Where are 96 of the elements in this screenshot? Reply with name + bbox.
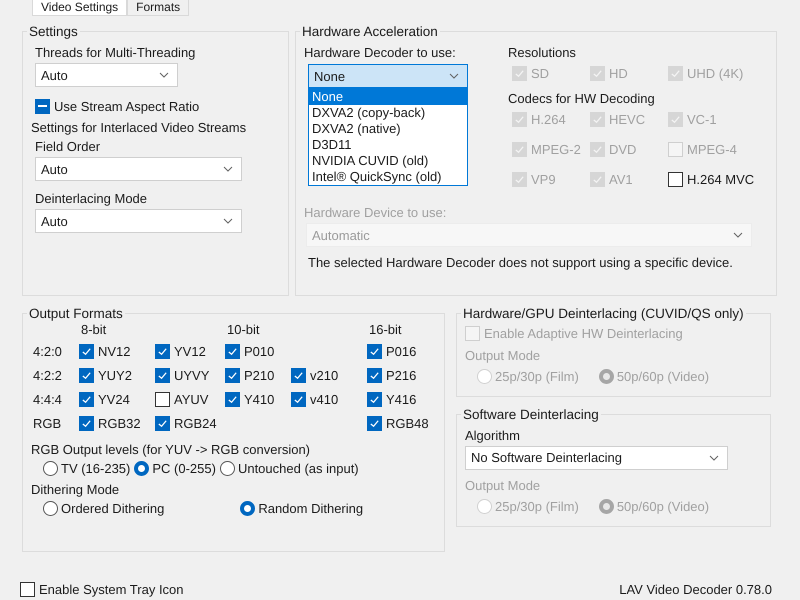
- caret-icon: [733, 232, 743, 238]
- caret-icon: [159, 72, 169, 78]
- row-label: 4:4:4: [33, 392, 63, 407]
- caret-icon: [223, 218, 233, 224]
- format-checkbox[interactable]: YV12: [155, 341, 206, 361]
- format-checkbox[interactable]: P016: [367, 341, 416, 361]
- format-checkbox[interactable]: AYUV: [155, 389, 208, 409]
- caret-icon: [709, 454, 719, 460]
- checkbox-icon[interactable]: [79, 344, 94, 358]
- radio-option[interactable]: Random Dithering: [240, 500, 364, 516]
- field-label: Output Mode: [465, 478, 542, 492]
- checkbox-icon[interactable]: [225, 344, 240, 358]
- checkbox-icon[interactable]: [155, 392, 170, 406]
- section-label: Resolutions: [508, 45, 577, 60]
- aspect-ratio-checkbox[interactable]: Use Stream Aspect Ratio: [35, 96, 200, 116]
- version-label: LAV Video Decoder 0.78.0: [619, 582, 772, 596]
- radio-icon[interactable]: [43, 500, 58, 516]
- field-label: Output Mode: [465, 348, 542, 362]
- section-label: Codecs for HW Decoding: [508, 91, 656, 106]
- format-checkbox[interactable]: P210: [225, 365, 274, 385]
- checkbox-icon[interactable]: [367, 368, 382, 382]
- column-header: 8-bit: [81, 323, 108, 337]
- checkbox-icon[interactable]: [367, 416, 382, 431]
- checkbox-icon[interactable]: [20, 582, 35, 596]
- radio-option[interactable]: Untouched (as input): [220, 460, 359, 476]
- checkbox-icon[interactable]: [225, 392, 240, 407]
- dropdown-option[interactable]: None: [309, 89, 467, 105]
- field-label: Hardware Decoder to use:: [304, 45, 457, 60]
- tab[interactable]: Formats: [127, 0, 190, 16]
- checkbox-icon[interactable]: [155, 368, 170, 382]
- group-title: Hardware/GPU Deinterlacing (CUVID/QS only): [462, 306, 745, 321]
- dropdown[interactable]: Auto: [35, 63, 178, 87]
- system-tray-checkbox[interactable]: Enable System Tray Icon: [20, 579, 184, 599]
- field-label: Algorithm: [465, 428, 521, 442]
- format-checkbox[interactable]: YUY2: [79, 365, 132, 385]
- group-title: Software Deinterlacing: [462, 406, 600, 422]
- format-checkbox[interactable]: v410: [291, 389, 338, 410]
- dropdown-option[interactable]: D3D11: [309, 137, 467, 153]
- group-title: Output Formats: [28, 306, 124, 321]
- section-label: Settings for Interlaced Video Streams: [31, 120, 248, 135]
- format-checkbox[interactable]: RGB48: [367, 414, 429, 434]
- format-checkbox[interactable]: v210: [291, 365, 338, 385]
- caret-icon: [449, 73, 459, 79]
- caret-icon: [223, 166, 233, 172]
- row-label: RGB: [33, 416, 62, 431]
- dropdown[interactable]: No Software Deinterlacing: [465, 446, 728, 470]
- dropdown[interactable]: Auto: [35, 157, 242, 181]
- checkbox-icon[interactable]: [155, 416, 170, 431]
- format-checkbox[interactable]: Y416: [367, 389, 416, 410]
- radio-option[interactable]: Ordered Dithering: [43, 500, 164, 516]
- dropdown[interactable]: Auto: [35, 209, 242, 233]
- field-label: Hardware Device to use:: [304, 205, 448, 220]
- radio-option[interactable]: TV (16-235): [43, 460, 130, 476]
- format-checkbox[interactable]: P010: [225, 341, 274, 361]
- checkbox-icon[interactable]: [225, 368, 240, 382]
- format-checkbox[interactable]: YV24: [79, 389, 130, 410]
- format-checkbox[interactable]: P216: [367, 365, 416, 385]
- format-checkbox[interactable]: RGB32: [79, 414, 141, 434]
- row-label: 4:2:0: [33, 344, 63, 358]
- format-checkbox[interactable]: RGB24: [155, 414, 217, 434]
- radio-option[interactable]: PC (0-255): [134, 460, 216, 476]
- radio-icon[interactable]: [240, 500, 256, 516]
- column-header: 10-bit: [227, 323, 261, 337]
- format-checkbox[interactable]: NV12: [79, 341, 131, 361]
- row-label: 4:2:2: [33, 368, 63, 382]
- codec-checkbox[interactable]: H.264 MVC: [668, 169, 768, 189]
- checkbox-icon[interactable]: [79, 416, 94, 431]
- group-title: Settings: [28, 24, 79, 39]
- checkbox-icon[interactable]: [155, 344, 170, 358]
- column-header: 16-bit: [369, 323, 403, 337]
- checkbox-icon[interactable]: [668, 172, 683, 186]
- checkbox-icon[interactable]: [291, 392, 306, 407]
- checkbox-icon[interactable]: [367, 392, 382, 407]
- field-label: Threads for Multi-Threading: [35, 45, 196, 60]
- radio-icon[interactable]: [134, 460, 150, 476]
- group-title: Hardware Acceleration: [301, 24, 439, 39]
- dropdown-option[interactable]: Intel® QuickSync (old): [309, 169, 467, 185]
- info-text: The selected Hardware Decoder does not support using a specific device.: [308, 255, 734, 270]
- format-checkbox[interactable]: UYVY: [155, 365, 210, 385]
- checkbox-icon[interactable]: [79, 368, 94, 382]
- format-checkbox[interactable]: Y410: [225, 389, 274, 410]
- checkbox-icon[interactable]: [79, 392, 94, 407]
- tab[interactable]: Video Settings: [32, 0, 128, 16]
- dropdown-option[interactable]: DXVA2 (native): [309, 121, 467, 137]
- field-label: Deinterlacing Mode: [35, 191, 148, 206]
- dropdown[interactable]: None: [308, 64, 468, 88]
- section-label: Dithering Mode: [31, 482, 120, 496]
- radio-icon[interactable]: [220, 460, 235, 476]
- dropdown-option[interactable]: DXVA2 (copy-back): [309, 105, 467, 121]
- dropdown-option[interactable]: NVIDIA CUVID (old): [309, 153, 467, 169]
- checkbox-icon[interactable]: [35, 98, 50, 114]
- checkbox-icon[interactable]: [291, 368, 306, 382]
- section-label: RGB Output levels (for YUV -> RGB conversion): [31, 442, 311, 456]
- radio-icon[interactable]: [43, 460, 58, 476]
- checkbox-icon[interactable]: [367, 344, 382, 358]
- field-label: Field Order: [35, 139, 102, 154]
